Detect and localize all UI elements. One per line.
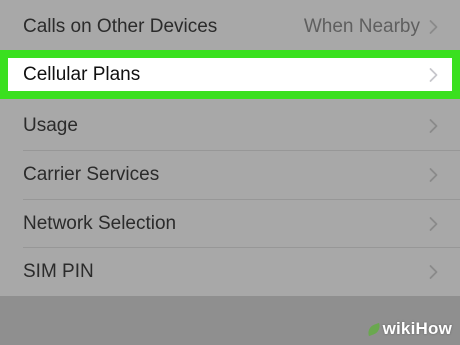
- row-label: Calls on Other Devices: [23, 15, 218, 37]
- chevron-right-icon: [429, 216, 438, 231]
- cellular-settings-group: Calls on Other Devices When Nearby Cellu…: [0, 0, 460, 296]
- wikihow-watermark: wikiHow: [365, 319, 452, 339]
- leaf-icon: [365, 322, 382, 337]
- row-value: When Nearby: [303, 15, 420, 37]
- watermark-how: How: [415, 319, 452, 338]
- chevron-right-icon: [429, 167, 438, 182]
- calls-on-other-devices-row[interactable]: Calls on Other Devices When Nearby: [0, 2, 460, 51]
- cellular-plans-row[interactable]: Cellular Plans: [0, 50, 460, 99]
- watermark-wiki: wiki: [382, 319, 416, 338]
- chevron-right-icon: [429, 118, 438, 133]
- chevron-right-icon: [429, 19, 438, 34]
- row-label: SIM PIN: [23, 260, 94, 282]
- usage-row[interactable]: Usage: [0, 101, 460, 150]
- sim-pin-row[interactable]: SIM PIN: [0, 247, 460, 296]
- carrier-services-row[interactable]: Carrier Services: [0, 150, 460, 199]
- chevron-right-icon: [429, 264, 438, 279]
- row-label: Carrier Services: [23, 163, 160, 185]
- chevron-right-icon: [429, 67, 438, 82]
- settings-screen: Calls on Other Devices When Nearby Cellu…: [0, 0, 460, 345]
- row-label: Cellular Plans: [23, 63, 141, 85]
- row-label: Usage: [23, 114, 78, 136]
- row-label: Network Selection: [23, 212, 177, 234]
- network-selection-row[interactable]: Network Selection: [0, 199, 460, 248]
